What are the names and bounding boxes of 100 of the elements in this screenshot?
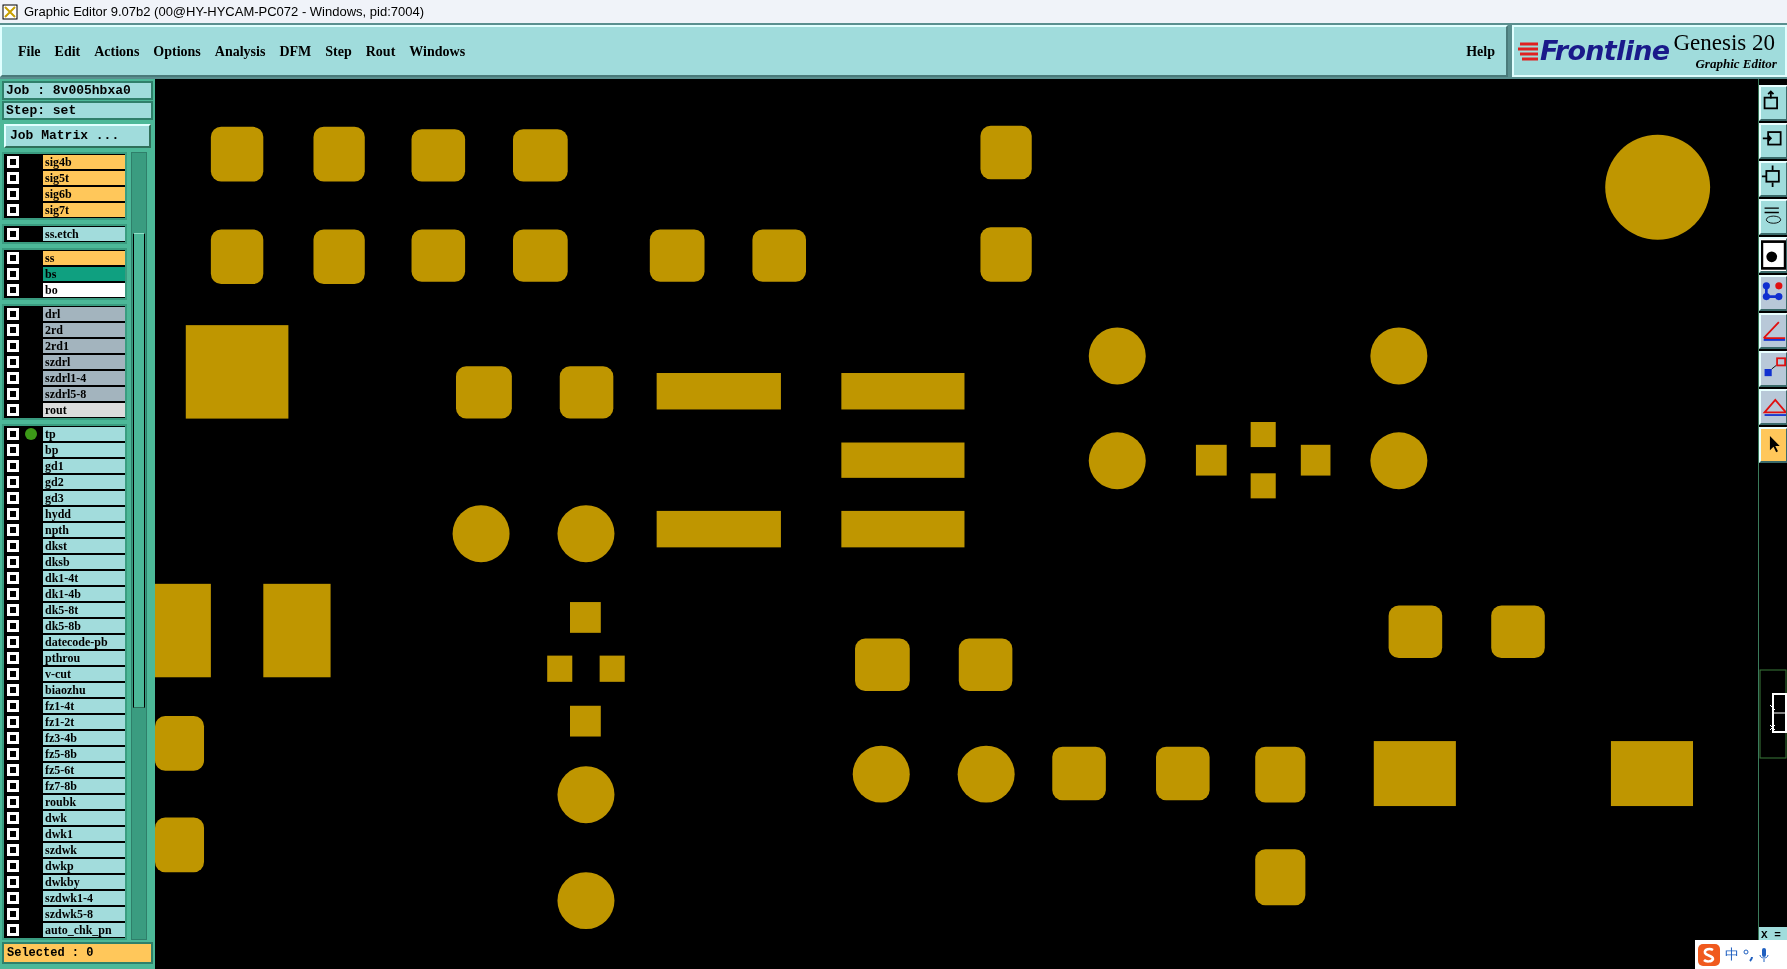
layer-name[interactable]: fz5-6t — [43, 763, 125, 777]
layer-checkbox[interactable] — [7, 252, 19, 264]
toolbar-button[interactable] — [1759, 313, 1787, 349]
layer-name[interactable]: bs — [43, 267, 125, 281]
layer-name[interactable]: dkst — [43, 539, 125, 553]
toolbar-button[interactable] — [1759, 351, 1787, 387]
layer-name[interactable]: sig4b — [43, 155, 125, 169]
layer-checkbox[interactable] — [7, 492, 19, 504]
layer-name[interactable]: dk5-8b — [43, 619, 125, 633]
layer-checkbox[interactable] — [7, 748, 19, 760]
toolbar-button[interactable] — [1759, 237, 1787, 273]
layer-checkbox[interactable] — [7, 700, 19, 712]
layer-checkbox[interactable] — [7, 476, 19, 488]
layer-name[interactable]: tp — [43, 427, 125, 441]
menu-item[interactable]: Analysis — [208, 40, 272, 62]
layer-checkbox[interactable] — [7, 588, 19, 600]
scrollbar-thumb[interactable] — [133, 233, 145, 708]
layer-name[interactable]: ss — [43, 251, 125, 265]
layer-checkbox[interactable] — [7, 372, 19, 384]
layer-name[interactable]: fz1-2t — [43, 715, 125, 729]
layer-checkbox[interactable] — [7, 828, 19, 840]
layer-checkbox[interactable] — [7, 860, 19, 872]
layer-name[interactable]: biaozhu — [43, 683, 125, 697]
layer-checkbox[interactable] — [7, 812, 19, 824]
layer-name[interactable]: szdrl1-4 — [43, 371, 125, 385]
layer-checkbox[interactable] — [7, 308, 19, 320]
layer-name[interactable]: bo — [43, 283, 125, 297]
layer-checkbox[interactable] — [7, 356, 19, 368]
scrollbar[interactable] — [131, 152, 147, 940]
layer-checkbox[interactable] — [7, 764, 19, 776]
layer-checkbox[interactable] — [7, 892, 19, 904]
layer-checkbox[interactable] — [7, 268, 19, 280]
layer-name[interactable]: sig7t — [43, 203, 125, 217]
menu-item[interactable]: Actions — [88, 40, 146, 62]
layer-checkbox[interactable] — [7, 228, 19, 240]
layer-name[interactable]: szdwk1-4 — [43, 891, 125, 905]
layer-name[interactable]: dwkby — [43, 875, 125, 889]
layer-name[interactable]: dk5-8t — [43, 603, 125, 617]
menu-item[interactable]: Windows — [403, 40, 472, 62]
ime-mode[interactable]: 中 — [1725, 944, 1739, 965]
punctuation-icon[interactable] — [1743, 947, 1755, 962]
layer-name[interactable]: fz7-8b — [43, 779, 125, 793]
layer-name[interactable]: roubk — [43, 795, 125, 809]
layer-name[interactable]: szdwk — [43, 843, 125, 857]
layer-name[interactable]: 2rd1 — [43, 339, 125, 353]
toolbar-button[interactable] — [1759, 161, 1787, 197]
toolbar-button[interactable] — [1759, 123, 1787, 159]
layer-name[interactable]: dksb — [43, 555, 125, 569]
layer-checkbox[interactable] — [7, 620, 19, 632]
layer-name[interactable]: dwk — [43, 811, 125, 825]
layer-name[interactable]: pthrou — [43, 651, 125, 665]
menu-item[interactable]: Step — [319, 40, 358, 62]
layer-checkbox[interactable] — [7, 668, 19, 680]
layer-checkbox[interactable] — [7, 924, 19, 936]
layer-name[interactable]: rout — [43, 403, 125, 417]
layer-checkbox[interactable] — [7, 508, 19, 520]
layer-name[interactable]: dwk1 — [43, 827, 125, 841]
layer-name[interactable]: datecode-pb — [43, 635, 125, 649]
layer-name[interactable]: fz5-8b — [43, 747, 125, 761]
layer-name[interactable]: szdwk5-8 — [43, 907, 125, 921]
layer-name[interactable]: fz3-4b — [43, 731, 125, 745]
help-menu[interactable]: Help — [1463, 40, 1498, 62]
menu-item[interactable]: Rout — [359, 40, 402, 62]
toolbar-button[interactable] — [1759, 85, 1787, 121]
toolbar-button[interactable] — [1759, 199, 1787, 235]
layer-checkbox[interactable] — [7, 732, 19, 744]
toolbar-button[interactable] — [1759, 389, 1787, 425]
layer-checkbox[interactable] — [7, 404, 19, 416]
layer-checkbox[interactable] — [7, 340, 19, 352]
layer-name[interactable]: gd1 — [43, 459, 125, 473]
layer-name[interactable]: dk1-4t — [43, 571, 125, 585]
menu-item[interactable]: Edit — [48, 40, 87, 62]
ime-logo-icon[interactable] — [1697, 942, 1721, 967]
menu-item[interactable]: DFM — [273, 40, 318, 62]
toolbar-button[interactable] — [1759, 427, 1787, 463]
layer-name[interactable]: 2rd — [43, 323, 125, 337]
layer-name[interactable]: szdrl — [43, 355, 125, 369]
layer-name[interactable]: hydd — [43, 507, 125, 521]
layer-name[interactable]: npth — [43, 523, 125, 537]
layer-checkbox[interactable] — [7, 156, 19, 168]
layer-checkbox[interactable] — [7, 428, 19, 440]
layer-checkbox[interactable] — [7, 388, 19, 400]
layer-checkbox[interactable] — [7, 188, 19, 200]
layer-name[interactable]: fz1-4t — [43, 699, 125, 713]
layer-checkbox[interactable] — [7, 172, 19, 184]
layer-checkbox[interactable] — [7, 540, 19, 552]
layer-checkbox[interactable] — [7, 284, 19, 296]
layer-name[interactable]: sig6b — [43, 187, 125, 201]
layer-checkbox[interactable] — [7, 716, 19, 728]
layer-name[interactable]: sig5t — [43, 171, 125, 185]
toolbar-button[interactable] — [1759, 275, 1787, 311]
layer-name[interactable]: szdrl5-8 — [43, 387, 125, 401]
layer-checkbox[interactable] — [7, 636, 19, 648]
layer-checkbox[interactable] — [7, 844, 19, 856]
layer-checkbox[interactable] — [7, 780, 19, 792]
layer-checkbox[interactable] — [7, 556, 19, 568]
layer-name[interactable]: drl — [43, 307, 125, 321]
layer-name[interactable]: bp — [43, 443, 125, 457]
menu-item[interactable]: Options — [147, 40, 207, 62]
layer-checkbox[interactable] — [7, 684, 19, 696]
